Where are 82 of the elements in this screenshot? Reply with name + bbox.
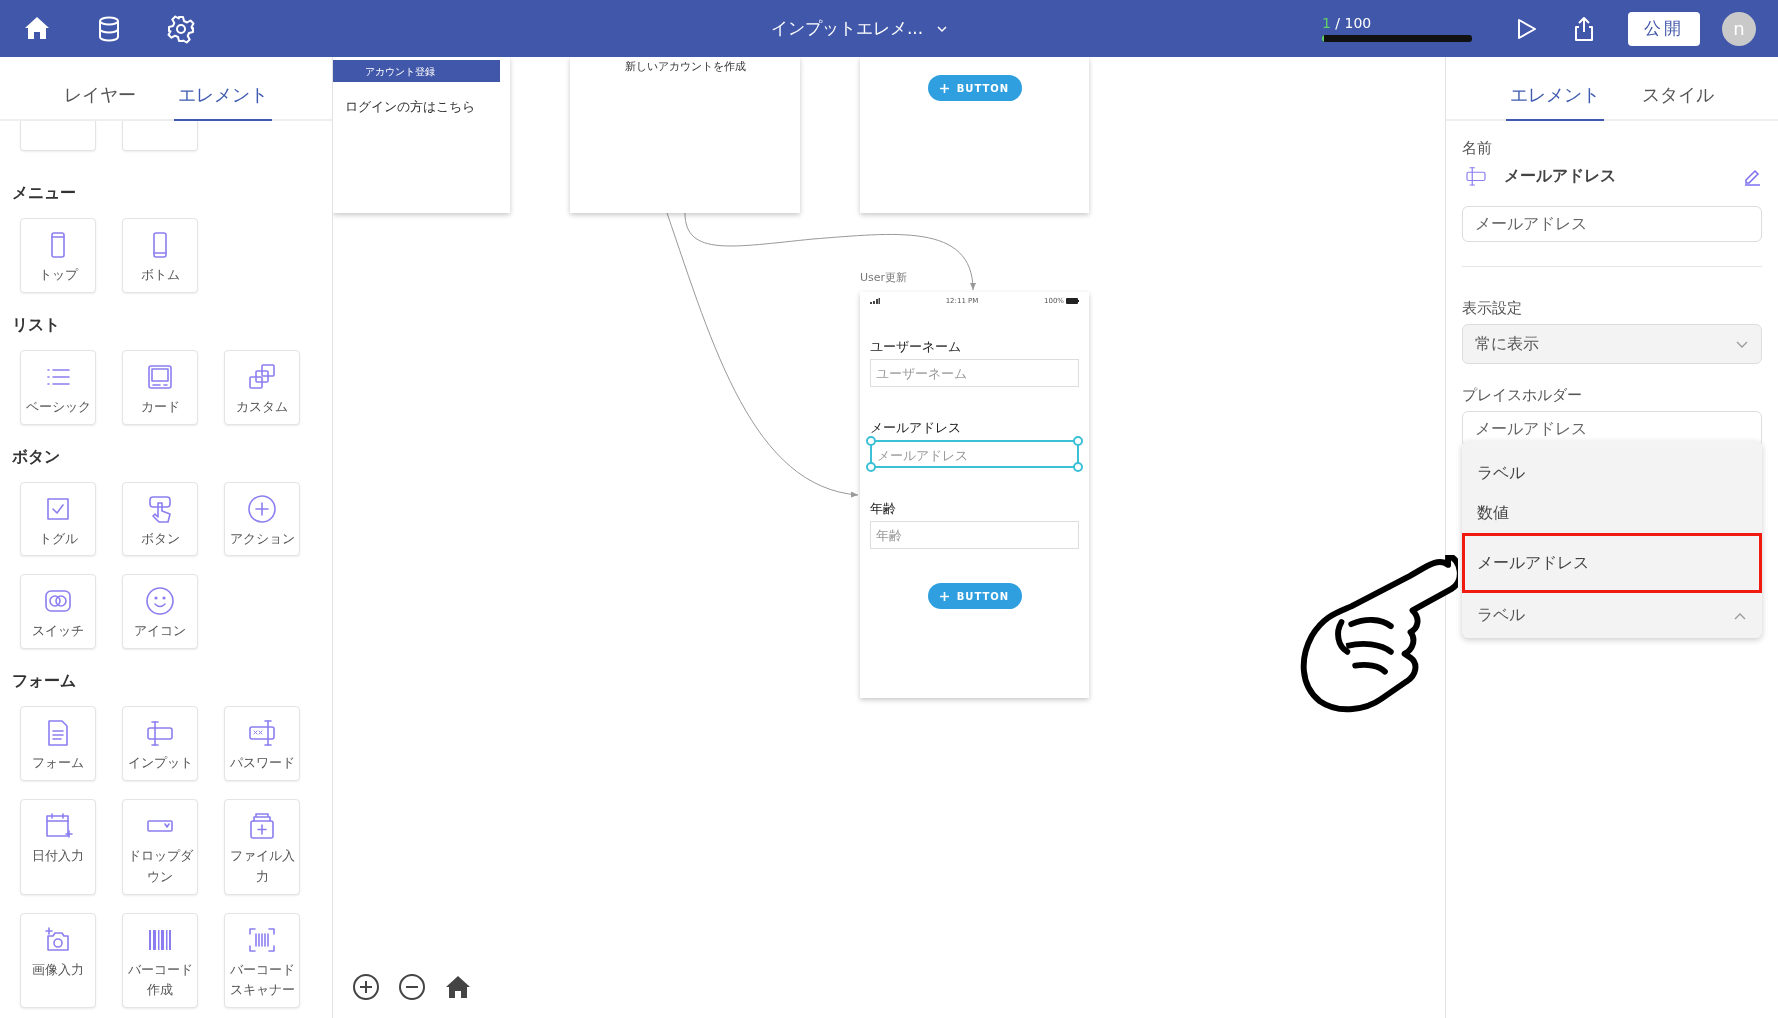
element-card[interactable]: 画像入力 xyxy=(20,912,96,1009)
element-card[interactable]: スイッチ xyxy=(20,574,96,650)
screen-text: 新しいアカウントを作成 xyxy=(623,59,747,74)
card-label: カスタム xyxy=(236,397,288,416)
field-label: プレイスホルダー xyxy=(1462,386,1583,405)
element-card[interactable]: トップ xyxy=(20,218,96,293)
field-label: 年齢 xyxy=(870,500,897,518)
element-card[interactable]: アイコン xyxy=(122,574,198,650)
panel-tab[interactable]: エレメント xyxy=(174,57,272,121)
section-title: ボタン xyxy=(12,446,61,468)
element-card[interactable]: インプット xyxy=(122,706,198,781)
field-label: ユーザーネーム xyxy=(870,338,962,356)
card-label: 日付入力 xyxy=(32,847,84,865)
card-label: フォーム xyxy=(32,754,84,773)
card-label: スイッチ xyxy=(32,622,84,641)
resize-handle[interactable] xyxy=(866,436,876,446)
panel-tab[interactable]: レイヤー xyxy=(60,57,140,121)
element-name: メールアドレス xyxy=(1504,165,1617,187)
element-card[interactable]: ベーシック xyxy=(20,349,96,425)
field-label: 表示設定 xyxy=(1462,299,1523,318)
screen-frame[interactable]: 新しいアカウントを作成 xyxy=(570,57,800,213)
field-label: メールアドレス xyxy=(870,419,962,437)
plus-icon xyxy=(939,83,949,93)
element-card[interactable]: カスタム xyxy=(224,349,300,425)
card-label: アクション xyxy=(229,529,295,548)
element-card[interactable]: ファイル入力 xyxy=(224,799,300,895)
card-label: ドロップダウン xyxy=(126,847,194,886)
dropdown-option[interactable]: メールアドレス xyxy=(1462,533,1762,593)
card-label: ボタン xyxy=(140,529,180,548)
card-label: ベーシック xyxy=(25,397,91,416)
card-label: バーコード作成 xyxy=(126,960,194,1000)
element-card[interactable]: パスワード xyxy=(224,706,300,781)
select-value: ラベル xyxy=(1477,605,1525,626)
card-label: インプット xyxy=(127,754,193,773)
field-label: 名前 xyxy=(1462,139,1493,158)
section-title: メニュー xyxy=(12,183,77,204)
panel-tab[interactable]: スタイル xyxy=(1638,57,1718,121)
element-card[interactable]: フォーム xyxy=(20,706,96,781)
element-card[interactable]: 日付入力 xyxy=(20,799,96,895)
element-card[interactable]: トグル xyxy=(20,481,96,557)
signal-icon xyxy=(870,297,880,304)
dropdown-option[interactable]: 数値 xyxy=(1462,493,1762,533)
resize-handle[interactable] xyxy=(1073,436,1083,446)
document-title: インプットエレメ... xyxy=(770,17,924,40)
element-card[interactable]: バーコード作成 xyxy=(122,912,198,1009)
panel-tab[interactable]: エレメント xyxy=(1506,57,1604,121)
header-bar: アカウント登録 xyxy=(333,60,500,82)
card-label: ボトム xyxy=(140,266,180,284)
card-label: カード xyxy=(140,397,180,416)
section-title: フォーム xyxy=(12,671,77,693)
zoom-in-icon[interactable] xyxy=(351,972,381,1002)
card-label: トップ xyxy=(38,266,78,284)
screen-frame[interactable]: アカウント登録 ログインの方はこちら xyxy=(333,57,510,213)
select-value: 常に表示 xyxy=(1475,333,1539,355)
section-title: リスト xyxy=(12,314,61,336)
screen-title: User更新 xyxy=(860,270,908,285)
resize-handle[interactable] xyxy=(1073,462,1083,472)
plus-icon xyxy=(939,591,949,601)
element-card[interactable]: ボタン xyxy=(122,481,198,557)
zoom-out-icon[interactable] xyxy=(397,972,427,1002)
card-label: 画像入力 xyxy=(32,960,84,979)
element-card[interactable]: ドロップダウン xyxy=(122,799,198,895)
element-card[interactable]: アクション xyxy=(224,481,300,557)
element-card[interactable]: ボトム xyxy=(122,218,198,293)
name-field[interactable]: メールアドレス xyxy=(1462,206,1762,242)
element-card[interactable]: カード xyxy=(122,349,198,425)
dropdown-option[interactable]: ラベル xyxy=(1462,453,1762,493)
visibility-select[interactable]: 常に表示 xyxy=(1462,324,1762,364)
card-label: トグル xyxy=(38,529,78,548)
element-card[interactable]: バーコードスキャナー xyxy=(224,912,300,1009)
link-text[interactable]: ログインの方はこちら xyxy=(345,98,498,116)
battery-icon xyxy=(1066,297,1079,304)
plus-icon xyxy=(246,492,278,525)
settings-icon[interactable] xyxy=(166,13,196,44)
card-label: パスワード xyxy=(229,754,295,773)
card-label: アイコン xyxy=(134,622,186,641)
resize-handle[interactable] xyxy=(866,462,876,472)
progress-count: 1 / 100 xyxy=(1322,15,1373,31)
smiley-icon xyxy=(144,585,176,618)
publish-button[interactable]: 公開 xyxy=(1628,11,1700,46)
card-label: バーコードスキャナー xyxy=(228,960,296,1000)
card-label: ファイル入力 xyxy=(228,847,296,886)
